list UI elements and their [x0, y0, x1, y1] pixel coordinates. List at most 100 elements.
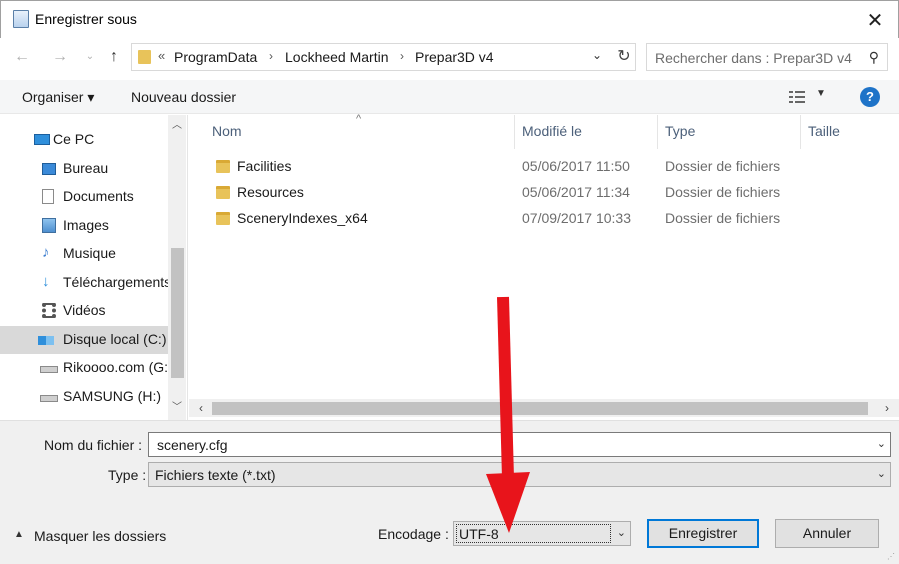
new-folder-button[interactable]: Nouveau dossier [131, 89, 236, 105]
desktop-icon [42, 163, 56, 175]
column-header-nom[interactable]: Nom [212, 123, 242, 139]
view-dropdown-icon[interactable]: ▼ [816, 88, 826, 99]
scroll-right-icon[interactable]: › [879, 399, 895, 417]
address-bar[interactable]: « ProgramData › Lockheed Martin › Prepar… [131, 43, 636, 71]
file-type: Dossier de fichiers [665, 184, 781, 200]
table-row[interactable]: Resources 05/06/2017 11:34 Dossier de fi… [189, 180, 889, 206]
resize-grip-icon[interactable]: ⋰ [887, 552, 897, 562]
sidebar-item-images[interactable]: Images [0, 212, 168, 240]
back-arrow-icon[interactable]: ← [8, 45, 36, 69]
column-divider[interactable] [657, 115, 658, 149]
navigation-pane: Ce PC Bureau Documents Images ♪ Musique … [0, 115, 188, 420]
search-input[interactable]: Rechercher dans : Prepar3D v4 ⚲ [646, 43, 888, 71]
file-list: ^ Nom Modifié le Type Taille Facilities … [189, 113, 899, 420]
file-name: Resources [237, 184, 304, 200]
sidebar-scrollbar[interactable]: ︿ ﹀ [168, 115, 186, 420]
encoding-value: UTF-8 [456, 524, 611, 543]
filename-label: Nom du fichier : [44, 437, 143, 453]
sidebar-item-bureau[interactable]: Bureau [0, 155, 168, 183]
chevron-down-icon[interactable]: ⌄ [877, 467, 886, 480]
type-value: Fichiers texte (*.txt) [155, 467, 276, 483]
type-label: Type : [108, 467, 147, 483]
table-row[interactable]: Facilities 05/06/2017 11:50 Dossier de f… [189, 154, 889, 180]
sidebar-item-label: Bureau [63, 160, 109, 176]
sidebar-item-documents[interactable]: Documents [0, 183, 168, 211]
downloads-icon: ↓ [42, 273, 50, 290]
chevron-down-icon[interactable]: ⌄ [877, 437, 886, 450]
organiser-menu-button[interactable]: Organiser ▾ [22, 89, 94, 106]
search-icon[interactable]: ⚲ [869, 49, 879, 66]
sidebar-item-telechargements[interactable]: ↓ Téléchargements [0, 269, 171, 297]
drive-icon [40, 395, 58, 402]
drive-icon [40, 366, 58, 373]
column-header-type[interactable]: Type [665, 123, 695, 139]
file-date: 05/06/2017 11:50 [522, 158, 630, 174]
sidebar-item-ce-pc[interactable]: Ce PC [0, 126, 168, 154]
folder-icon [216, 186, 230, 199]
documents-icon [42, 189, 54, 204]
breadcrumb-prepar3d[interactable]: Prepar3D v4 [415, 49, 494, 65]
refresh-icon[interactable]: ↻ [614, 46, 634, 68]
sidebar-item-label: SAMSUNG (H:) [63, 388, 161, 404]
sidebar-item-label: Vidéos [63, 302, 106, 318]
sidebar-item-label: Ce PC [53, 131, 95, 147]
scroll-down-icon[interactable]: ﹀ [168, 399, 186, 417]
file-date: 07/09/2017 10:33 [522, 210, 631, 226]
forward-arrow-icon[interactable]: → [46, 45, 74, 69]
scroll-thumb[interactable] [212, 402, 868, 415]
command-toolbar: Organiser ▾ Nouveau dossier ▼ ? [0, 80, 899, 114]
cancel-button[interactable]: Annuler [775, 519, 879, 548]
scroll-up-icon[interactable]: ︿ [168, 117, 186, 135]
encoding-select[interactable]: UTF-8 ⌄ [453, 521, 631, 546]
folder-icon [216, 160, 230, 173]
sidebar-item-samsung[interactable]: SAMSUNG (H:) [0, 383, 168, 411]
filename-input[interactable]: scenery.cfg ⌄ [148, 432, 891, 457]
overflow-chevron-icon[interactable]: « [158, 48, 165, 63]
help-icon[interactable]: ? [860, 87, 880, 107]
filename-value: scenery.cfg [157, 437, 228, 453]
recent-locations-chevron-icon[interactable]: ⌄ [82, 45, 98, 69]
column-divider[interactable] [800, 115, 801, 149]
encoding-label: Encodage : [378, 526, 449, 542]
up-arrow-icon[interactable]: ↑ [102, 45, 126, 69]
sidebar-item-rikoooo[interactable]: Rikoooo.com (G: [0, 354, 168, 382]
sidebar-item-label: Rikoooo.com (G: [63, 359, 169, 375]
local-disk-icon [38, 336, 54, 345]
sidebar-item-label: Images [63, 217, 109, 233]
sidebar-item-videos[interactable]: Vidéos [0, 297, 168, 325]
sidebar-item-musique[interactable]: ♪ Musique [0, 240, 168, 268]
close-button[interactable]: ✕ [858, 5, 892, 35]
chevron-up-icon: ▲ [14, 529, 24, 540]
column-header-taille[interactable]: Taille [808, 123, 840, 139]
chevron-down-icon[interactable]: ⌄ [617, 526, 626, 539]
view-options-icon[interactable] [787, 88, 807, 106]
save-button[interactable]: Enregistrer [647, 519, 759, 548]
breadcrumb-separator-icon[interactable]: › [269, 49, 273, 63]
breadcrumb-programdata[interactable]: ProgramData [174, 49, 257, 65]
save-form-panel: Nom du fichier : scenery.cfg ⌄ Type : Fi… [0, 420, 899, 564]
file-date: 05/06/2017 11:34 [522, 184, 630, 200]
folder-icon [138, 50, 151, 64]
save-dialog-icon [13, 10, 29, 28]
pictures-icon [42, 218, 56, 233]
folder-icon [216, 212, 230, 225]
file-type: Dossier de fichiers [665, 158, 781, 174]
sidebar-item-label: Documents [63, 188, 134, 204]
sidebar-item-label: Musique [63, 245, 116, 261]
hide-folders-label: Masquer les dossiers [34, 528, 167, 544]
horizontal-scrollbar[interactable]: ‹ › [189, 399, 899, 417]
column-header-modifie[interactable]: Modifié le [522, 123, 582, 139]
scroll-left-icon[interactable]: ‹ [193, 399, 209, 417]
column-divider[interactable] [514, 115, 515, 149]
file-name: SceneryIndexes_x64 [237, 210, 368, 226]
type-select[interactable]: Fichiers texte (*.txt) ⌄ [148, 462, 891, 487]
breadcrumb-separator-icon[interactable]: › [400, 49, 404, 63]
scroll-thumb[interactable] [171, 248, 184, 378]
address-dropdown-icon[interactable]: ⌄ [592, 48, 602, 62]
table-row[interactable]: SceneryIndexes_x64 07/09/2017 10:33 Doss… [189, 206, 889, 232]
computer-icon [34, 134, 50, 145]
breadcrumb-lockheed-martin[interactable]: Lockheed Martin [285, 49, 389, 65]
search-placeholder: Rechercher dans : Prepar3D v4 [655, 50, 852, 66]
sidebar-item-disque-local[interactable]: Disque local (C:) [0, 326, 168, 354]
window-title: Enregistrer sous [35, 11, 137, 27]
